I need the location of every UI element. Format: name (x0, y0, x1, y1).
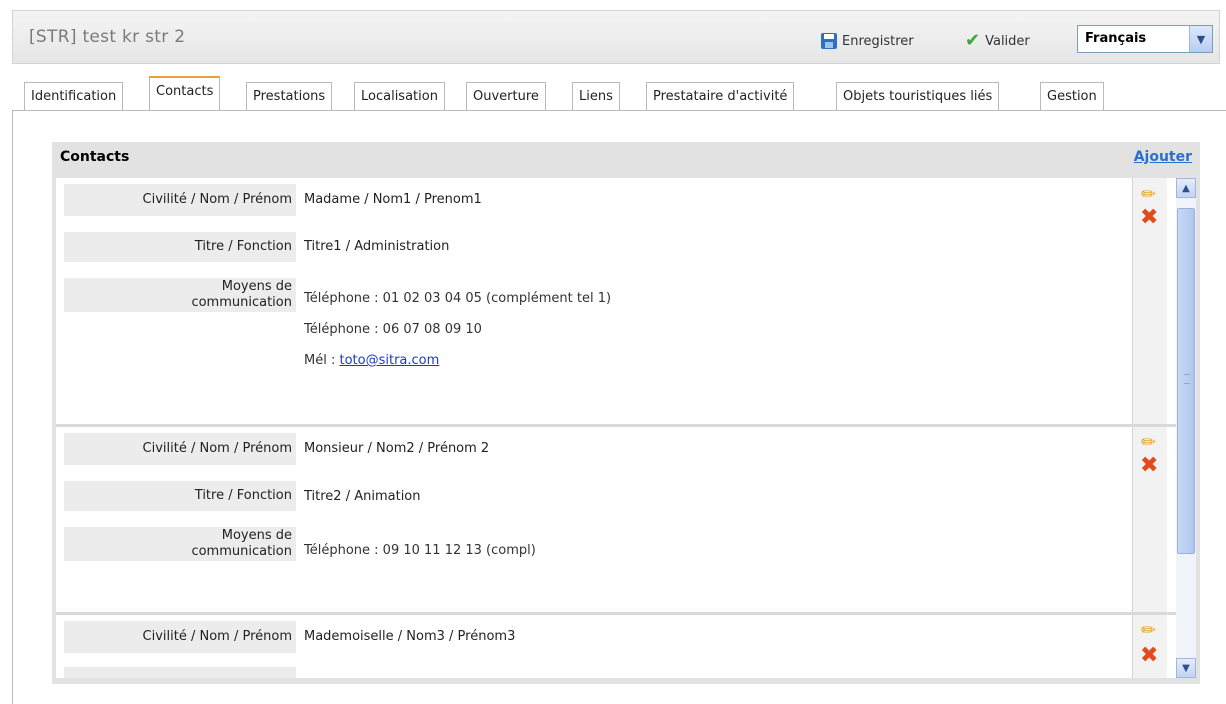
contact-email-link[interactable]: toto@sitra.com (339, 353, 439, 368)
contact-name: Monsieur / Nom2 / Prénom 2 (304, 441, 490, 456)
delete-x-icon[interactable]: ✖ (1140, 455, 1160, 477)
tab-liens[interactable]: Liens (572, 82, 620, 110)
contact-name: Mademoiselle / Nom3 / Prénom3 (304, 629, 516, 644)
comm-label-line1: Moyens de (221, 528, 292, 543)
contact-item: Civilité / Nom / Prénom Madame / Nom1 / … (56, 178, 1130, 424)
contact-item: Civilité / Nom / Prénom Mademoiselle / N… (56, 615, 1130, 678)
tab-ouverture[interactable]: Ouverture (466, 82, 546, 110)
page-title: [STR] test kr str 2 (29, 27, 186, 47)
delete-x-icon[interactable]: ✖ (1140, 645, 1160, 667)
floppy-disk-icon (821, 33, 837, 49)
validate-button[interactable]: ✔ Valider (965, 31, 1030, 51)
contact-actions: ✏ ✖ (1132, 178, 1167, 424)
save-button[interactable]: Enregistrer (821, 31, 914, 51)
comm-label-line2: communication (191, 544, 292, 559)
scroll-down-icon[interactable]: ▼ (1176, 658, 1196, 678)
vertical-scrollbar[interactable]: ▲ ▼ (1176, 178, 1196, 678)
contact-phone: Téléphone : 06 07 08 09 10 (304, 322, 482, 337)
grip-icon (1184, 374, 1190, 384)
add-contact-link[interactable]: Ajouter (1134, 149, 1192, 165)
contact-item: Civilité / Nom / Prénom Monsieur / Nom2 … (56, 427, 1130, 612)
title-label: Titre / Fonction (64, 481, 296, 511)
chevron-down-icon[interactable]: ▼ (1189, 26, 1212, 52)
validate-label: Valider (985, 33, 1030, 49)
scroll-up-icon[interactable]: ▲ (1176, 178, 1196, 198)
comm-label-line2: communication (191, 295, 292, 310)
contact-title: Titre2 / Animation (304, 489, 421, 504)
name-label: Civilité / Nom / Prénom (64, 433, 296, 465)
tab-objets-touristiques[interactable]: Objets touristiques liés (836, 82, 1000, 110)
tab-prestations[interactable]: Prestations (246, 82, 333, 110)
header-bar: [STR] test kr str 2 Enregistrer ✔ Valide… (12, 10, 1220, 64)
delete-x-icon[interactable]: ✖ (1140, 207, 1160, 229)
email-prefix: Mél : (304, 353, 340, 368)
contacts-list[interactable]: Civilité / Nom / Prénom Madame / Nom1 / … (56, 178, 1186, 678)
contact-phone: Téléphone : 09 10 11 12 13 (compl) (304, 543, 536, 558)
title-label: Titre / Fonction (64, 232, 296, 262)
scrollbar-thumb[interactable] (1177, 208, 1195, 554)
tab-contacts[interactable]: Contacts (149, 76, 221, 110)
comm-label-line1: Moyens de (221, 279, 292, 294)
panel-title: Contacts (60, 149, 130, 165)
language-value: Français (1085, 31, 1147, 46)
name-label: Civilité / Nom / Prénom (64, 621, 296, 653)
tab-identification[interactable]: Identification (24, 82, 124, 110)
comm-label: Moyens de communication (64, 527, 296, 561)
title-label-partial (64, 667, 296, 678)
contact-name: Madame / Nom1 / Prenom1 (304, 192, 482, 207)
language-select[interactable]: Français ▼ (1077, 25, 1213, 53)
pencil-icon[interactable]: ✏ (1141, 434, 1159, 452)
comm-label: Moyens de communication (64, 278, 296, 312)
pencil-icon[interactable]: ✏ (1141, 622, 1159, 640)
name-label: Civilité / Nom / Prénom (64, 184, 296, 216)
contact-title: Titre1 / Administration (304, 239, 450, 254)
contact-actions: ✏ ✖ (1132, 427, 1167, 612)
contact-phone: Téléphone : 01 02 03 04 05 (complément t… (304, 291, 612, 306)
pencil-icon[interactable]: ✏ (1141, 186, 1159, 204)
save-label: Enregistrer (842, 33, 914, 49)
tab-gestion[interactable]: Gestion (1040, 82, 1104, 110)
contacts-panel: Contacts Ajouter Civilité / Nom / Prénom… (52, 142, 1200, 684)
contact-actions: ✏ ✖ (1132, 615, 1167, 678)
contact-email-row: Mél : toto@sitra.com (304, 353, 439, 369)
tab-localisation[interactable]: Localisation (354, 82, 445, 110)
tab-prestataire[interactable]: Prestataire d'activité (646, 82, 795, 110)
checkmark-icon: ✔ (965, 30, 981, 51)
